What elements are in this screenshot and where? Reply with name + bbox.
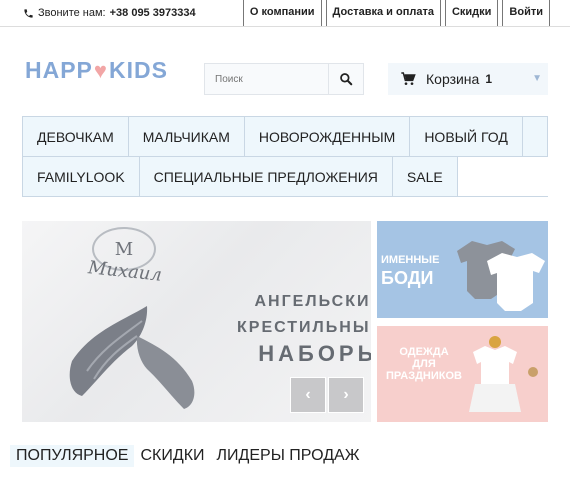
- nav-item-boys[interactable]: МАЛЬЧИКАМ: [128, 117, 245, 157]
- promo-caption: ОДЕЖДА ДЛЯ ПРАЗДНИКОВ: [379, 346, 469, 382]
- cart-label: Корзина: [426, 71, 480, 87]
- angel-wing-image: [136, 336, 195, 409]
- promo2-line-2: ДЛЯ: [412, 358, 436, 370]
- heart-icon: ♥: [93, 57, 108, 83]
- product-tabs: ПОПУЛЯРНОЕ СКИДКИ ЛИДЕРЫ ПРОДАЖ: [10, 445, 366, 467]
- tab-bestsellers[interactable]: ЛИДЕРЫ ПРОДАЖ: [211, 445, 366, 467]
- slider-prev-button[interactable]: ‹: [290, 377, 326, 413]
- phone-icon: [22, 7, 34, 19]
- cart-icon: [401, 72, 416, 85]
- promo2-line-1: ОДЕЖДА: [399, 346, 449, 358]
- tab-discounts[interactable]: СКИДКИ: [134, 445, 210, 467]
- link-discounts[interactable]: Скидки: [444, 0, 499, 26]
- nav-item-special-offers[interactable]: СПЕЦИАЛЬНЫЕ ПРЕДЛОЖЕНИЯ: [139, 157, 393, 197]
- search-input[interactable]: [205, 64, 335, 94]
- nav-filler: [457, 157, 548, 197]
- hero-line-1: АНГЕЛЬСКИЕ: [254, 293, 371, 310]
- search-button[interactable]: [328, 64, 363, 94]
- phone-contact: Звоните нам: +38 095 3973334: [22, 7, 196, 19]
- promo1-line-1: ИМЕННЫЕ: [381, 254, 440, 266]
- nav-item-girls[interactable]: ДЕВОЧКАМ: [22, 117, 129, 157]
- nav-item-new-year[interactable]: НОВЫЙ ГОД: [410, 117, 523, 157]
- promo2-line-3: ПРАЗДНИКОВ: [385, 370, 462, 382]
- search-box: [204, 63, 364, 95]
- logo[interactable]: HAPP ♥ KIDS: [25, 57, 168, 84]
- nav-filler: [522, 117, 548, 157]
- nav-item-familylook[interactable]: FAMILYLOOK: [22, 157, 140, 197]
- link-delivery[interactable]: Доставка и оплата: [325, 0, 441, 26]
- main-nav: ДЕВОЧКАМ МАЛЬЧИКАМ НОВОРОЖДЕННЫМ НОВЫЙ Г…: [22, 116, 548, 197]
- cart-count: 1: [485, 72, 493, 86]
- hero-banner[interactable]: М Михаил АНГЕЛЬСКИЕ КРЕСТИЛЬНЫЕ НАБОРЫ ‹…: [22, 221, 371, 422]
- hero-line-2: КРЕСТИЛЬНЫЕ: [237, 319, 371, 336]
- phone-number[interactable]: +38 095 3973334: [110, 7, 196, 19]
- search-icon: [340, 73, 353, 86]
- slider-arrows: ‹ ›: [290, 377, 364, 413]
- nav-item-sale[interactable]: SALE: [392, 157, 458, 197]
- tab-popular[interactable]: ПОПУЛЯРНОЕ: [10, 445, 135, 467]
- bodysuit-image: [457, 241, 545, 311]
- promo1-line-2: БОДИ: [381, 268, 434, 288]
- top-bar: Звоните нам: +38 095 3973334 О компании …: [0, 0, 570, 27]
- promo-banner-holiday[interactable]: ОДЕЖДА ДЛЯ ПРАЗДНИКОВ: [377, 326, 548, 422]
- link-login[interactable]: Войти: [502, 0, 550, 26]
- phone-label: Звоните нам:: [38, 7, 106, 19]
- holiday-outfit-image: [469, 336, 538, 412]
- link-about[interactable]: О компании: [242, 0, 322, 26]
- cart-button[interactable]: Корзина 1 ▼: [388, 63, 548, 95]
- chevron-down-icon[interactable]: ▼: [532, 73, 542, 84]
- embroidered-name: Михаил: [87, 257, 163, 286]
- promo-banner-bodysuits[interactable]: ИМЕННЫЕ БОДИ: [377, 221, 548, 318]
- hero-caption: АНГЕЛЬСКИЕ КРЕСТИЛЬНЫЕ НАБОРЫ: [237, 289, 371, 367]
- top-links: О компании Доставка и оплата Скидки Войт…: [239, 0, 550, 26]
- hero-line-3: НАБОРЫ: [258, 341, 371, 366]
- logo-text-1: HAPP: [25, 57, 93, 83]
- nav-item-newborn[interactable]: НОВОРОЖДЕННЫМ: [244, 117, 411, 157]
- slider-next-button[interactable]: ›: [328, 377, 364, 413]
- logo-text-2: KIDS: [108, 57, 168, 83]
- promo-caption: ИМЕННЫЕ БОДИ: [381, 251, 439, 287]
